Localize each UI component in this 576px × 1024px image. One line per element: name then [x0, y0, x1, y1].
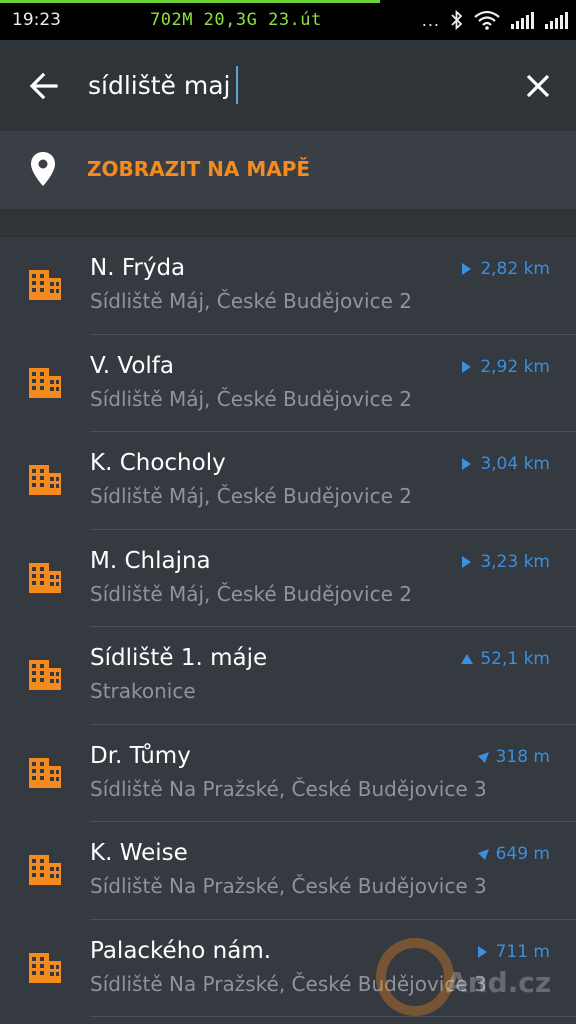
result-title: K. Chocholy: [90, 450, 226, 476]
result-distance: 52,1 km: [460, 649, 550, 669]
result-distance: 2,92 km: [460, 357, 550, 377]
result-subtitle: Sídliště Máj, České Budějovice 2: [90, 386, 412, 411]
result-distance: 711 m: [476, 942, 550, 962]
list-item[interactable]: K. Chocholy Sídliště Máj, České Budějovic…: [0, 432, 576, 530]
section-divider: [0, 209, 576, 237]
bluetooth-icon: [451, 10, 463, 30]
distance-value: 2,82 km: [480, 259, 550, 279]
status-bar: 19:23 702M 20,3G 23.út ...: [0, 0, 576, 40]
search-input[interactable]: [88, 64, 488, 106]
show-on-map-button[interactable]: ZOBRAZIT NA MAPĚ: [0, 131, 576, 209]
result-title: V. Volfa: [90, 352, 174, 379]
building-icon: [29, 660, 61, 690]
status-icons: ...: [422, 10, 568, 30]
building-icon: [29, 952, 61, 983]
result-subtitle: Strakonice: [90, 679, 196, 703]
status-time: 19:23: [12, 10, 61, 30]
distance-value: 2,92 km: [480, 356, 550, 377]
direction-arrow-icon: [462, 360, 472, 373]
direction-arrow-icon: [477, 945, 487, 958]
list-item[interactable]: V. Volfa Sídliště Máj, České Budějovice 2…: [0, 335, 576, 432]
building-icon: [29, 562, 61, 593]
list-item[interactable]: Sídliště 1. máje Strakonice 52,1 km: [0, 627, 576, 725]
building-icon: [29, 855, 61, 885]
result-distance: 649 m: [476, 844, 550, 864]
distance-value: 52,1 km: [480, 649, 550, 669]
building-icon: [29, 757, 61, 788]
result-distance: 2,82 km: [460, 259, 550, 279]
list-item[interactable]: K. Weise Sídliště Na Pražské, České Buděj…: [0, 822, 576, 920]
distance-value: 318 m: [495, 746, 550, 767]
wifi-icon: [474, 10, 500, 30]
direction-arrow-icon: [461, 654, 474, 664]
building-icon: [29, 367, 61, 398]
arrow-left-icon: [29, 72, 58, 100]
result-subtitle: Sídliště Máj, České Budějovice 2: [90, 484, 412, 508]
result-subtitle: Sídliště Máj, České Budějovice 2: [90, 581, 412, 606]
search-bar: [0, 40, 576, 131]
more-dots: ...: [421, 10, 440, 30]
building-icon: [29, 270, 61, 300]
result-distance: 3,23 km: [460, 552, 550, 572]
list-item[interactable]: M. Chlajna Sídliště Máj, České Budějovice…: [0, 530, 576, 627]
direction-arrow-icon: [477, 751, 489, 763]
status-mem-info: 702M 20,3G 23.út: [150, 10, 322, 30]
close-icon: [526, 74, 550, 98]
direction-arrow-icon: [462, 555, 472, 568]
progress-line: [0, 0, 380, 3]
result-title: Dr. Tůmy: [90, 742, 191, 769]
result-title: Sídliště 1. máje: [90, 645, 268, 671]
signal-icon: [511, 12, 534, 29]
text-caret: [236, 66, 238, 104]
clear-search-button[interactable]: [520, 68, 556, 104]
distance-value: 3,23 km: [480, 551, 550, 572]
distance-value: 3,04 km: [480, 454, 550, 474]
result-subtitle: Sídliště Na Pražské, České Budějovice 3: [90, 776, 487, 801]
signal-icon: [545, 12, 568, 29]
direction-arrow-icon: [462, 458, 472, 470]
results-list: N. Frýda Sídliště Máj, České Budějovice 2…: [0, 237, 576, 1017]
result-distance: 318 m: [476, 747, 550, 767]
result-title: K. Weise: [90, 840, 188, 866]
list-item[interactable]: N. Frýda Sídliště Máj, České Budějovice 2…: [0, 237, 576, 335]
direction-arrow-icon: [477, 849, 489, 860]
show-on-map-label: ZOBRAZIT NA MAPĚ: [87, 157, 311, 181]
result-distance: 3,04 km: [460, 454, 550, 474]
distance-value: 649 m: [495, 844, 550, 864]
back-button[interactable]: [26, 68, 62, 104]
result-title: Palackého nám.: [90, 937, 272, 964]
result-subtitle: Sídliště Máj, České Budějovice 2: [90, 289, 412, 313]
row-divider: [90, 1016, 576, 1017]
result-title: N. Frýda: [90, 255, 186, 281]
result-subtitle: Sídliště Na Pražské, České Budějovice 3: [90, 874, 487, 898]
distance-value: 711 m: [495, 941, 550, 962]
result-title: M. Chlajna: [90, 547, 211, 574]
map-pin-icon: [31, 152, 55, 186]
direction-arrow-icon: [462, 263, 472, 275]
result-subtitle: Sídliště Na Pražské, České Budějovice 3: [90, 971, 487, 996]
list-item[interactable]: Palackého nám. Sídliště Na Pražské, České…: [0, 920, 576, 1017]
list-item[interactable]: Dr. Tůmy Sídliště Na Pražské, České Buděj…: [0, 725, 576, 822]
building-icon: [29, 465, 61, 495]
